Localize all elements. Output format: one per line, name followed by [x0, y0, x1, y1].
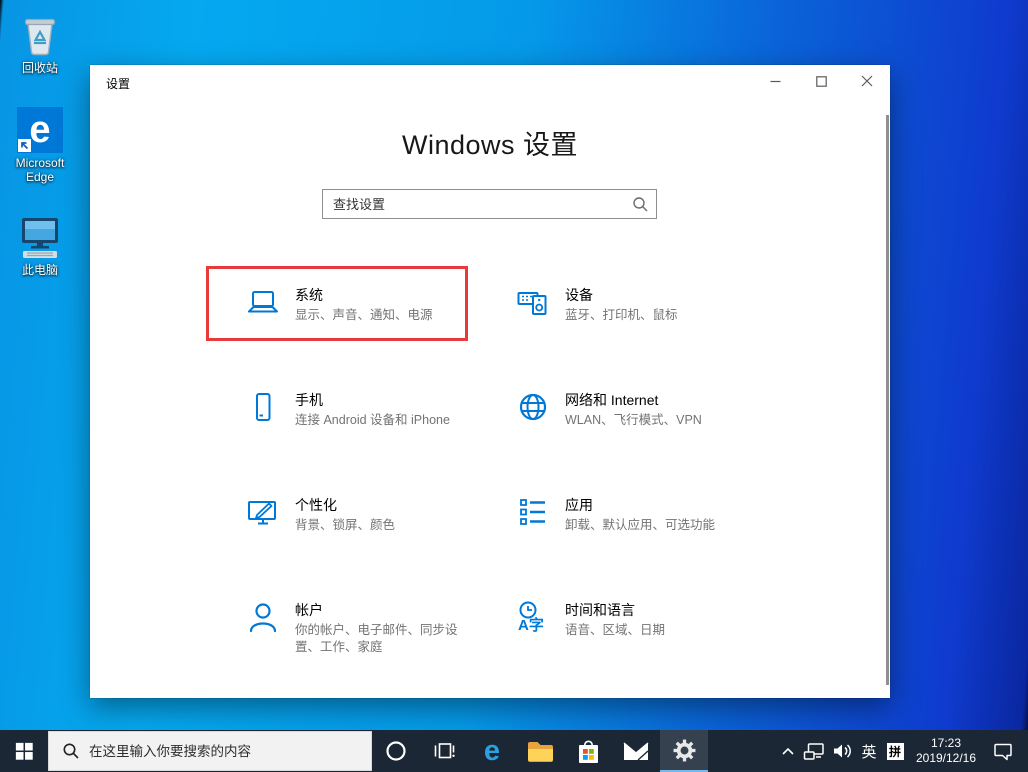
search-icon	[62, 742, 80, 760]
taskbar-search-box	[48, 731, 372, 771]
window-titlebar: 设置	[90, 65, 890, 97]
mail-icon	[623, 741, 649, 761]
apps-list-icon	[520, 499, 545, 525]
close-icon	[861, 75, 873, 87]
settings-tile-apps[interactable]: 应用 卸载、默认应用、可选功能	[516, 495, 786, 600]
tile-title: 设备	[565, 287, 593, 303]
clock[interactable]: 17:23 2019/12/16	[908, 730, 984, 772]
settings-tiles-grid: 系统 显示、声音、通知、电源 设备 蓝牙、打印机、鼠标 手机 连接 Androi…	[246, 285, 791, 705]
window-title: 设置	[106, 77, 131, 91]
desktop-icon-microsoft-edge[interactable]: e Microsoft Edge	[0, 103, 80, 184]
settings-search-input[interactable]	[323, 190, 656, 218]
cortana-icon	[386, 741, 406, 761]
ime-indicator[interactable]: 拼	[882, 730, 908, 772]
globe-icon	[519, 393, 547, 421]
time-language-icon: A字	[518, 601, 544, 634]
store-icon	[578, 739, 598, 763]
settings-tile-accounts[interactable]: 帐户 你的帐户、电子邮件、同步设置、工作、家庭	[246, 600, 516, 705]
tile-title: 网络和 Internet	[565, 392, 659, 408]
settings-search-box	[322, 189, 657, 219]
task-view-icon	[434, 743, 455, 759]
tile-title: 应用	[565, 497, 593, 513]
maximize-icon	[815, 75, 827, 87]
windows-logo-icon	[15, 742, 33, 760]
settings-tile-time-language[interactable]: A字 时间和语言 语音、区域、日期	[516, 600, 786, 705]
tile-subtitle: WLAN、飞行模式、VPN	[565, 413, 702, 427]
edge-icon: e	[483, 735, 501, 767]
tile-subtitle: 显示、声音、通知、电源	[295, 308, 433, 322]
minimize-icon	[770, 80, 780, 82]
tile-subtitle: 卸载、默认应用、可选功能	[565, 518, 716, 532]
page-title: Windows 设置	[401, 130, 579, 160]
search-icon	[632, 196, 649, 218]
edge-icon: e	[0, 103, 80, 153]
settings-tile-phone[interactable]: 手机 连接 Android 设备和 iPhone	[246, 390, 516, 495]
tile-title: 帐户	[295, 602, 323, 618]
taskbar-app-buttons: e	[372, 730, 708, 772]
tile-subtitle: 语音、区域、日期	[565, 623, 666, 637]
shortcut-arrow-icon	[18, 139, 31, 152]
cortana-button[interactable]	[372, 730, 420, 772]
tile-subtitle: 你的帐户、电子邮件、同步设置、工作、家庭	[295, 623, 458, 654]
minimize-button[interactable]	[752, 65, 798, 97]
language-indicator[interactable]: 英	[856, 730, 882, 772]
tile-subtitle: 连接 Android 设备和 iPhone	[295, 413, 450, 427]
desktop-icon-label: 回收站	[21, 61, 58, 75]
settings-tile-devices[interactable]: 设备 蓝牙、打印机、鼠标	[516, 285, 786, 390]
tile-title: 系统	[295, 287, 323, 303]
network-status-button[interactable]	[800, 730, 828, 772]
tile-title: 个性化	[295, 497, 337, 513]
tile-subtitle: 背景、锁屏、颜色	[295, 518, 396, 532]
desktop-icon-label: Microsoft Edge	[15, 156, 65, 184]
maximize-button[interactable]	[798, 65, 844, 97]
speaker-icon	[833, 744, 851, 758]
desktop-icon-this-pc[interactable]: 此电脑	[0, 210, 80, 277]
laptop-icon	[248, 291, 278, 313]
microsoft-store-button[interactable]	[564, 730, 612, 772]
tray-time: 17:23	[930, 736, 962, 750]
settings-button[interactable]	[660, 730, 708, 772]
network-icon	[803, 742, 824, 760]
settings-tile-personalization[interactable]: 个性化 背景、锁屏、颜色	[246, 495, 516, 600]
settings-tile-network[interactable]: 网络和 Internet WLAN、飞行模式、VPN	[516, 390, 786, 495]
start-button[interactable]	[0, 730, 48, 772]
mail-button[interactable]	[612, 730, 660, 772]
taskbar-search-input[interactable]	[89, 743, 371, 759]
folder-icon	[527, 741, 553, 762]
action-center-button[interactable]	[984, 730, 1022, 772]
chevron-up-icon	[782, 747, 794, 755]
hidden-icons-button[interactable]	[776, 730, 800, 772]
tile-title: 时间和语言	[565, 602, 635, 618]
settings-tile-system[interactable]: 系统 显示、声音、通知、电源	[246, 285, 516, 390]
phone-icon	[256, 393, 271, 421]
settings-window: 设置 Windows 设置 查找设置 系统 显示、声音、通知、电源 设备 蓝牙、…	[90, 65, 890, 698]
desktop-icon-label: 此电脑	[21, 263, 58, 277]
edge-button[interactable]: e	[468, 730, 516, 772]
account-icon	[249, 603, 277, 633]
close-button[interactable]	[844, 65, 890, 97]
taskbar: e	[0, 730, 1028, 772]
devices-icon	[517, 292, 547, 315]
tile-subtitle: 蓝牙、打印机、鼠标	[565, 308, 678, 322]
task-view-button[interactable]	[420, 730, 468, 772]
action-center-icon	[994, 743, 1012, 760]
time-language-icon-text: A字	[518, 616, 544, 634]
file-explorer-button[interactable]	[516, 730, 564, 772]
volume-button[interactable]	[828, 730, 856, 772]
gear-icon	[673, 739, 695, 761]
desktop-icon-recycle-bin[interactable]: 回收站	[0, 8, 80, 75]
this-pc-icon	[0, 210, 80, 260]
edge-letter: e	[29, 109, 51, 151]
recycle-bin-icon	[0, 8, 80, 58]
tile-title: 手机	[295, 392, 323, 408]
window-scrollbar[interactable]	[886, 115, 889, 685]
ime-mode-badge: 拼	[886, 742, 904, 760]
desktop: { "colors": { "accent_blue": "#0078d7", …	[0, 0, 1028, 772]
tray-date: 2019/12/16	[915, 751, 977, 765]
system-tray: 英 拼 17:23 2019/12/16	[776, 730, 1028, 772]
personalization-icon	[248, 501, 276, 525]
